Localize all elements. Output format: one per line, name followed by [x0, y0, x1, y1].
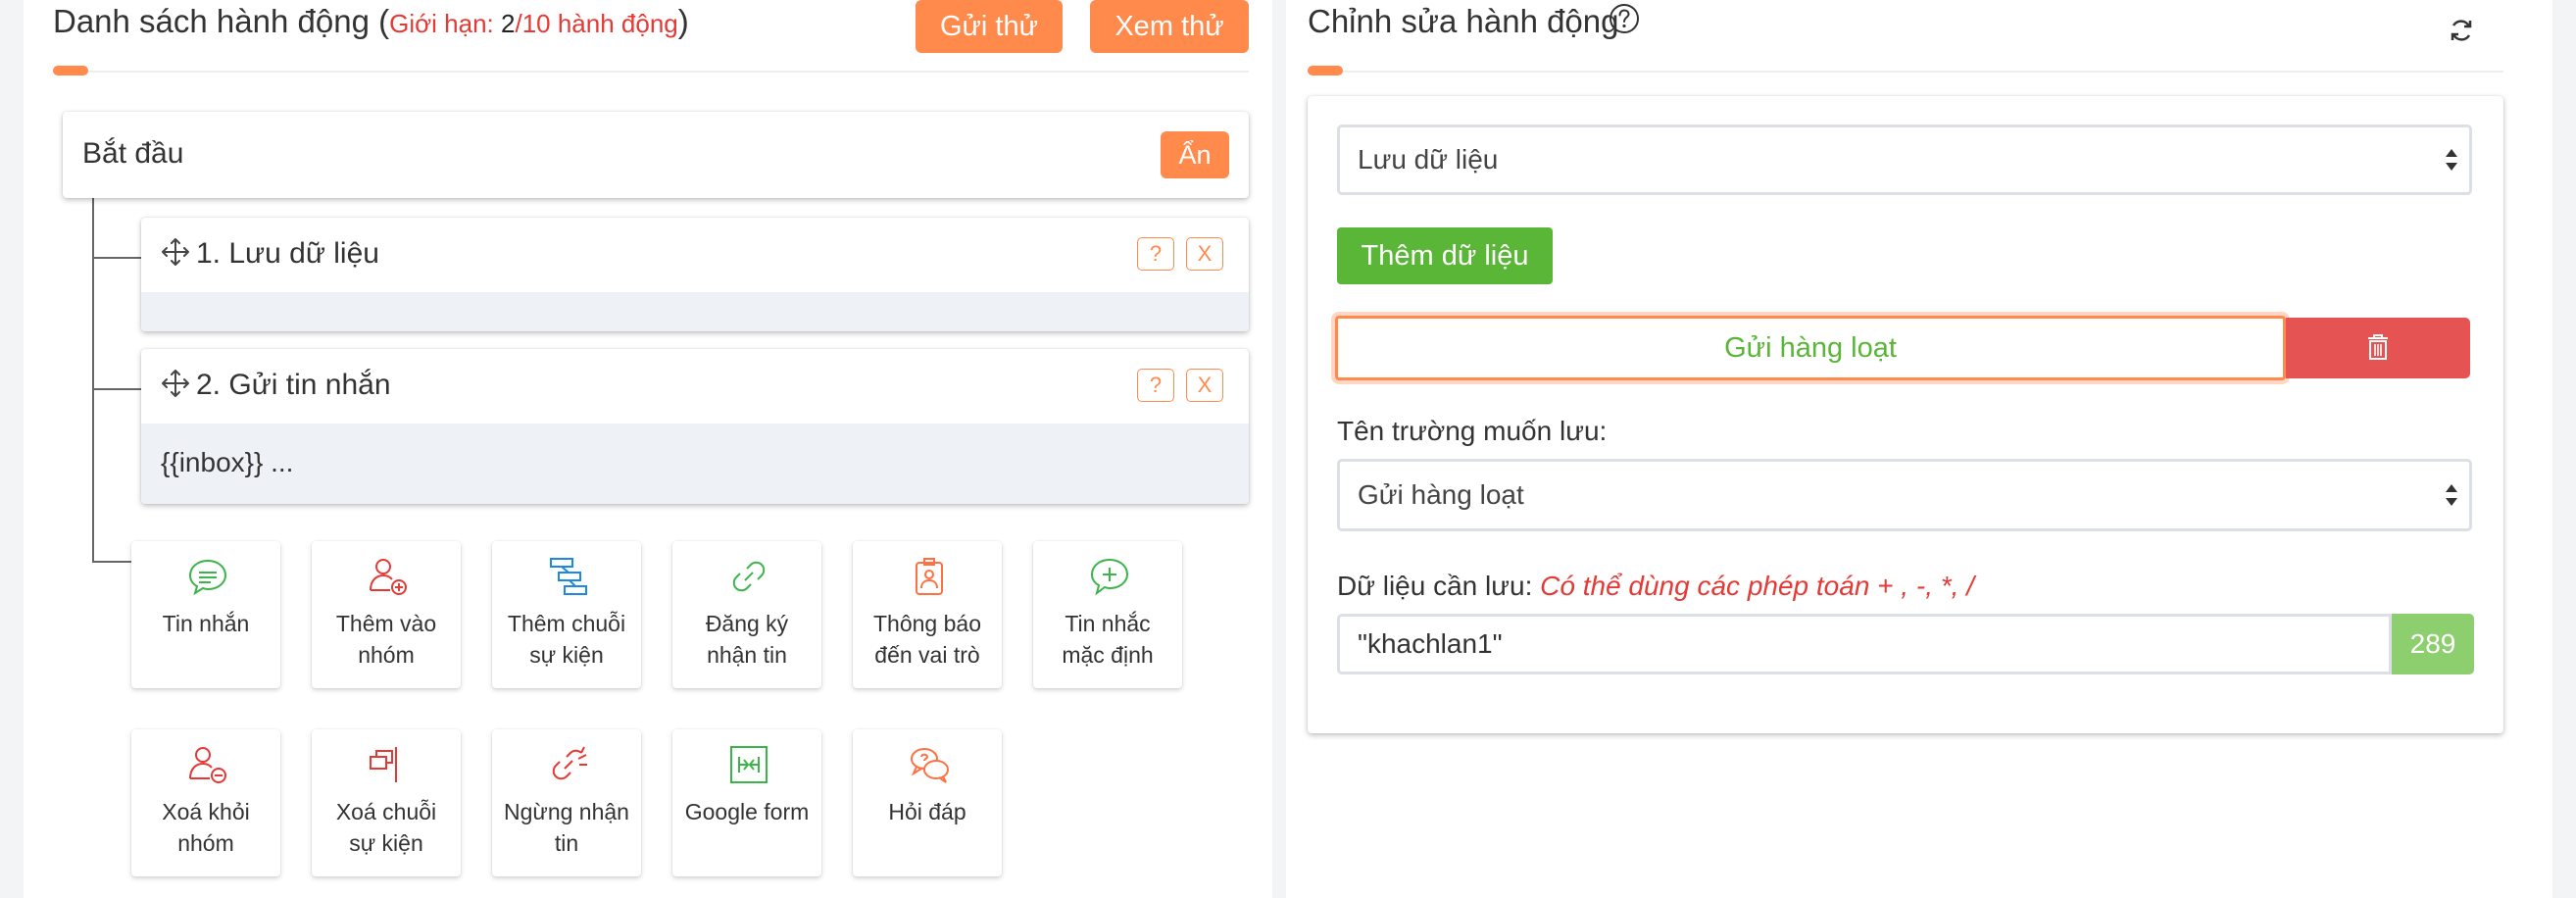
step-title: 1. Lưu dữ liệu [196, 237, 379, 270]
action-type-remove-sequence[interactable]: Xoá chuỗi sự kiện [312, 729, 461, 876]
google-form-icon [730, 746, 768, 783]
action-type-qa[interactable]: Hỏi đáp [853, 729, 1002, 876]
editor-title: Chỉnh sửa hành động [1308, 3, 1619, 39]
trash-icon [2368, 334, 2388, 360]
badge-notify-icon [916, 558, 943, 595]
step-help-button[interactable]: ? [1137, 237, 1174, 271]
action-list-tab-line [53, 71, 1249, 73]
char-count-badge: 289 [2392, 614, 2474, 674]
move-icon[interactable] [161, 237, 190, 267]
step-title: 2. Gửi tin nhắn [196, 369, 391, 401]
hide-button[interactable]: Ẩn [1161, 131, 1229, 178]
action-type-remove-group[interactable]: Xoá khỏi nhóm [131, 729, 280, 876]
tree-vertical-line [92, 198, 94, 563]
refresh-icon[interactable] [2449, 18, 2474, 43]
action-type-select[interactable]: Lưu dữ liệu [1337, 125, 2472, 195]
tree-branch-3 [92, 561, 131, 563]
action-type-add-group[interactable]: Thêm vào nhóm [312, 541, 461, 688]
action-list-title: Danh sách hành động (Giới hạn: 2/10 hành… [53, 3, 689, 39]
select-arrows-icon [2446, 149, 2457, 171]
action-type-google-form[interactable]: Google form [672, 729, 821, 876]
tree-branch-2 [92, 388, 141, 390]
step-card-2[interactable]: 2. Gửi tin nhắn ? X {{inbox}} ... [141, 349, 1249, 504]
remove-user-icon [189, 747, 226, 783]
subscribe-link-icon [732, 561, 766, 592]
step-help-button[interactable]: ? [1137, 369, 1174, 402]
select-arrows-icon [2446, 484, 2457, 506]
action-type-subscribe[interactable]: Đăng ký nhận tin [672, 541, 821, 688]
action-type-notify-role[interactable]: Thông báo đến vai trò [853, 541, 1002, 688]
tree-branch-1 [92, 257, 141, 259]
send-test-button[interactable]: Gửi thử [916, 0, 1063, 53]
operator-hint: Có thể dùng các phép toán + , -, *, / [1540, 571, 1974, 601]
remove-sequence-icon [370, 747, 397, 782]
action-list-tab-indicator [53, 66, 88, 75]
limit-prefix: Giới hạn: [389, 9, 501, 38]
action-type-message[interactable]: Tin nhắn [131, 541, 280, 688]
data-value-input[interactable]: "khachlan1" [1337, 614, 2392, 674]
field-name-select[interactable]: Gửi hàng loạt [1337, 459, 2472, 531]
action-type-default-reminder[interactable]: Tin nhắc mặc định [1033, 541, 1182, 688]
help-circle-icon[interactable] [1609, 3, 1640, 34]
step-subtitle-area: {{inbox}} ... [141, 424, 1249, 504]
data-tag-chip[interactable]: Gửi hàng loạt [1335, 316, 2286, 380]
start-node-title: Bắt đầu [82, 137, 184, 170]
preview-button[interactable]: Xem thử [1090, 0, 1249, 53]
move-icon[interactable] [161, 369, 190, 398]
step-card-1[interactable]: 1. Lưu dữ liệu ? X [141, 218, 1249, 331]
step-close-button[interactable]: X [1186, 369, 1223, 402]
start-node: Bắt đầu Ẩn [63, 112, 1249, 198]
delete-tag-button[interactable] [2286, 318, 2470, 378]
limit-suffix: /10 hành động [515, 9, 678, 38]
step-subtitle-area [141, 292, 1249, 331]
editor-tab-indicator [1308, 66, 1343, 75]
chat-bubble-icon [188, 559, 227, 596]
editor-tab-line [1308, 71, 2503, 73]
qa-chat-icon [911, 748, 949, 783]
add-user-icon [370, 559, 407, 595]
add-data-button[interactable]: Thêm dữ liệu [1337, 227, 1553, 284]
action-type-add-sequence[interactable]: Thêm chuỗi sự kiện [492, 541, 641, 688]
action-type-unsubscribe[interactable]: Ngừng nhận tin [492, 729, 641, 876]
data-value-label: Dữ liệu cần lưu: Có thể dùng các phép to… [1337, 571, 1974, 601]
data-tag-label: Gửi hàng loạt [1724, 332, 1897, 364]
step-close-button[interactable]: X [1186, 237, 1223, 271]
limit-current: 2 [501, 9, 516, 38]
sequence-icon [550, 558, 587, 595]
field-name-label: Tên trường muốn lưu: [1337, 416, 1608, 446]
chat-plus-icon [1090, 558, 1129, 596]
unsubscribe-icon [552, 746, 587, 780]
